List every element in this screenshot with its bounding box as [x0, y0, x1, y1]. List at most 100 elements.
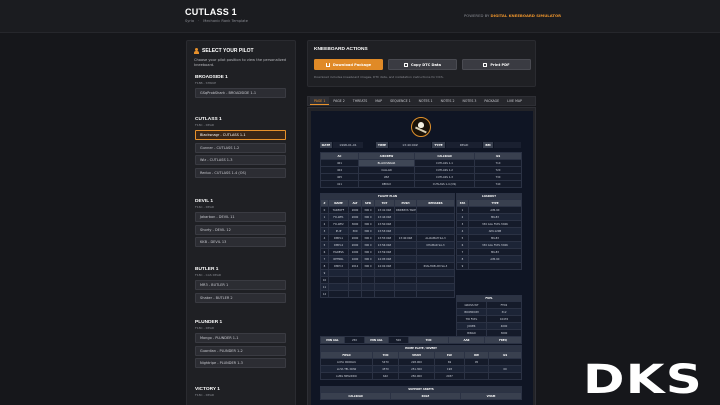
template-name: Mechanic Rank Template: [203, 19, 248, 23]
powered-by[interactable]: POWERED BY DIGITAL KNEEBOARD SIMULATOR: [464, 13, 561, 18]
pilot-button[interactable]: Nightripe - PLUNDER 1-3: [195, 358, 286, 368]
pilot-button-selected[interactable]: Blacksnagr - CUTLASS 1-1: [195, 130, 286, 140]
aar-label: AAR: [448, 336, 485, 344]
cell: FO-WP2: [328, 220, 349, 228]
pilot-button[interactable]: Shorty - DEVIL 12: [195, 224, 286, 235]
tab-notes-2[interactable]: NOTES 2: [437, 97, 459, 105]
table-row: 12: [320, 290, 455, 298]
pilot-button[interactable]: Guardian - PLUNDER 1-2: [195, 345, 286, 356]
table-row: 8 AIM-9X: [456, 255, 522, 263]
tab-threats[interactable]: THREATS: [349, 97, 371, 105]
col-header: NAME: [328, 199, 349, 207]
cell: LCHA INCIRLIK: [320, 358, 373, 366]
page-title: CUTLASS 1: [185, 7, 237, 17]
tab-map[interactable]: MAP: [371, 97, 386, 105]
flight-name: VICTORY 1: [195, 387, 220, 392]
top-header: CUTLASS 1 Syria · Mechanic Rank Template…: [0, 0, 720, 33]
col-header: TCN: [372, 351, 399, 359]
cell: 10: [320, 276, 329, 284]
cell: 11: [320, 283, 329, 291]
pilot-button[interactable]: KKB - DEVIL 13: [195, 237, 286, 247]
cell: [361, 269, 375, 277]
tab-sequence-1[interactable]: SEQUENCE 1: [386, 97, 415, 105]
cell: 228.000: [398, 358, 435, 366]
tab-page-1[interactable]: PAGE 1: [310, 97, 330, 105]
cell: 251.300: [398, 365, 435, 373]
cell: DMPI-4: [328, 241, 349, 249]
pilot-button[interactable]: Gunner - CUTLASS 1-2: [195, 142, 286, 153]
aircrew-table: AC AIRCREW CALLSIGN ILS 401 BLACKSNAGR C…: [320, 152, 522, 188]
table-row: BOOMDOM 312: [456, 308, 522, 316]
cell: 2: [456, 213, 469, 221]
tab-live-map[interactable]: LIVE MAP: [503, 97, 526, 105]
pilot-button[interactable]: Shaker - BUTLER 2: [195, 292, 286, 303]
pilot-panel-description: Choose your pilot position to view the p…: [194, 58, 287, 67]
download-package-button[interactable]: Download Package: [314, 59, 383, 70]
powered-by-brand-link[interactable]: DIGITAL KNEEBOARD SIMULATOR: [491, 13, 562, 18]
cell: [394, 227, 417, 235]
min-agl-label: MIN AGL: [320, 336, 345, 344]
actions-title: KNEEBOARD ACTIONS: [314, 47, 368, 52]
cell: [416, 255, 455, 263]
min-agl-label-2: MIN AGL: [364, 336, 389, 344]
pilot-button[interactable]: Jakarbon - DEVIL 11: [195, 212, 286, 222]
table-row: 6 330 GAL FUEL TANK: [456, 241, 522, 249]
user-icon: [194, 48, 199, 54]
cell: 2: [320, 220, 329, 228]
cell: 13:56:00Z: [374, 241, 395, 249]
cell: [348, 283, 362, 291]
tab-package[interactable]: PACKAGE: [480, 97, 503, 105]
cell: 300 C: [361, 206, 375, 214]
cell: DMPI 2: [328, 262, 349, 270]
cell: [328, 283, 349, 291]
cell: [394, 290, 417, 298]
col-header: SPD: [361, 199, 375, 207]
cell: [416, 206, 455, 214]
print-pdf-button[interactable]: Print PDF: [462, 59, 531, 70]
cell: 73X: [474, 173, 522, 181]
cell: 4000: [486, 322, 522, 330]
powered-by-prefix: POWERED BY: [464, 13, 490, 18]
cell: 405: [320, 173, 359, 181]
pilot-button[interactable]: Redux - CUTLASS 1-4 (OS): [195, 167, 286, 178]
pilot-button[interactable]: GSqProbShark - BROADSIDE 1-1: [195, 88, 286, 98]
cell: 198: [434, 365, 465, 373]
cell: 330 GAL FUEL TANK: [468, 220, 522, 228]
cell: 13:50:00Z: [374, 220, 395, 228]
cell: 8: [320, 262, 329, 270]
cell: 64X: [372, 372, 399, 380]
cell: 13:59:00Z: [374, 248, 395, 256]
pilot-button[interactable]: MR3 - BUTLER 1: [195, 280, 286, 290]
flight-sub: F16C - DEAD: [195, 205, 215, 209]
min-agl-value-2: 500: [388, 336, 409, 344]
cell: 2000: [348, 206, 362, 214]
fuel-table: FUEL GROSS WT FTD2 BOOMDOM 312 TIR FUEL 10476…: [456, 295, 522, 337]
pilot-panel-title-text: SELECT YOUR PILOT: [202, 48, 254, 54]
tab-notes-1[interactable]: NOTES 1: [415, 97, 437, 105]
cell: 45TX: [372, 365, 399, 373]
cell: 1: [456, 206, 469, 214]
cell: [416, 290, 455, 298]
table-row: 2 MK-83: [456, 213, 522, 221]
cell: 13:53:00Z: [374, 227, 395, 235]
cell: [374, 283, 395, 291]
dks-watermark-logo: DKS: [583, 357, 704, 403]
table-row: 4 DMPI-1 2000 300 C 13:55:00Z 13:40:00Z AL-RAM…: [320, 234, 455, 242]
cell: 4: [456, 227, 469, 235]
cell: AIM-9X: [468, 206, 522, 214]
cell: MK-83: [468, 248, 522, 256]
cell: [361, 276, 375, 284]
cell: 300 C: [361, 241, 375, 249]
copy-dtc-button[interactable]: Copy DTC Data: [388, 59, 457, 70]
pilot-button[interactable]: Wiz - CUTLASS 1-3: [195, 155, 286, 165]
flight-sub: F18C - DEAD: [195, 123, 215, 127]
flight-name: DEVIL 1: [195, 199, 214, 204]
cell: [374, 276, 395, 284]
pilot-button[interactable]: Mongo - PLUNDER 1-1: [195, 333, 286, 343]
cell: 13:55:00Z: [374, 234, 395, 242]
tab-page-2[interactable]: PAGE 2: [329, 97, 348, 105]
tab-notes-3[interactable]: NOTES 3: [459, 97, 481, 105]
cell: 300 C: [361, 255, 375, 263]
printer-icon: [483, 62, 488, 67]
cell: 3: [320, 227, 329, 235]
